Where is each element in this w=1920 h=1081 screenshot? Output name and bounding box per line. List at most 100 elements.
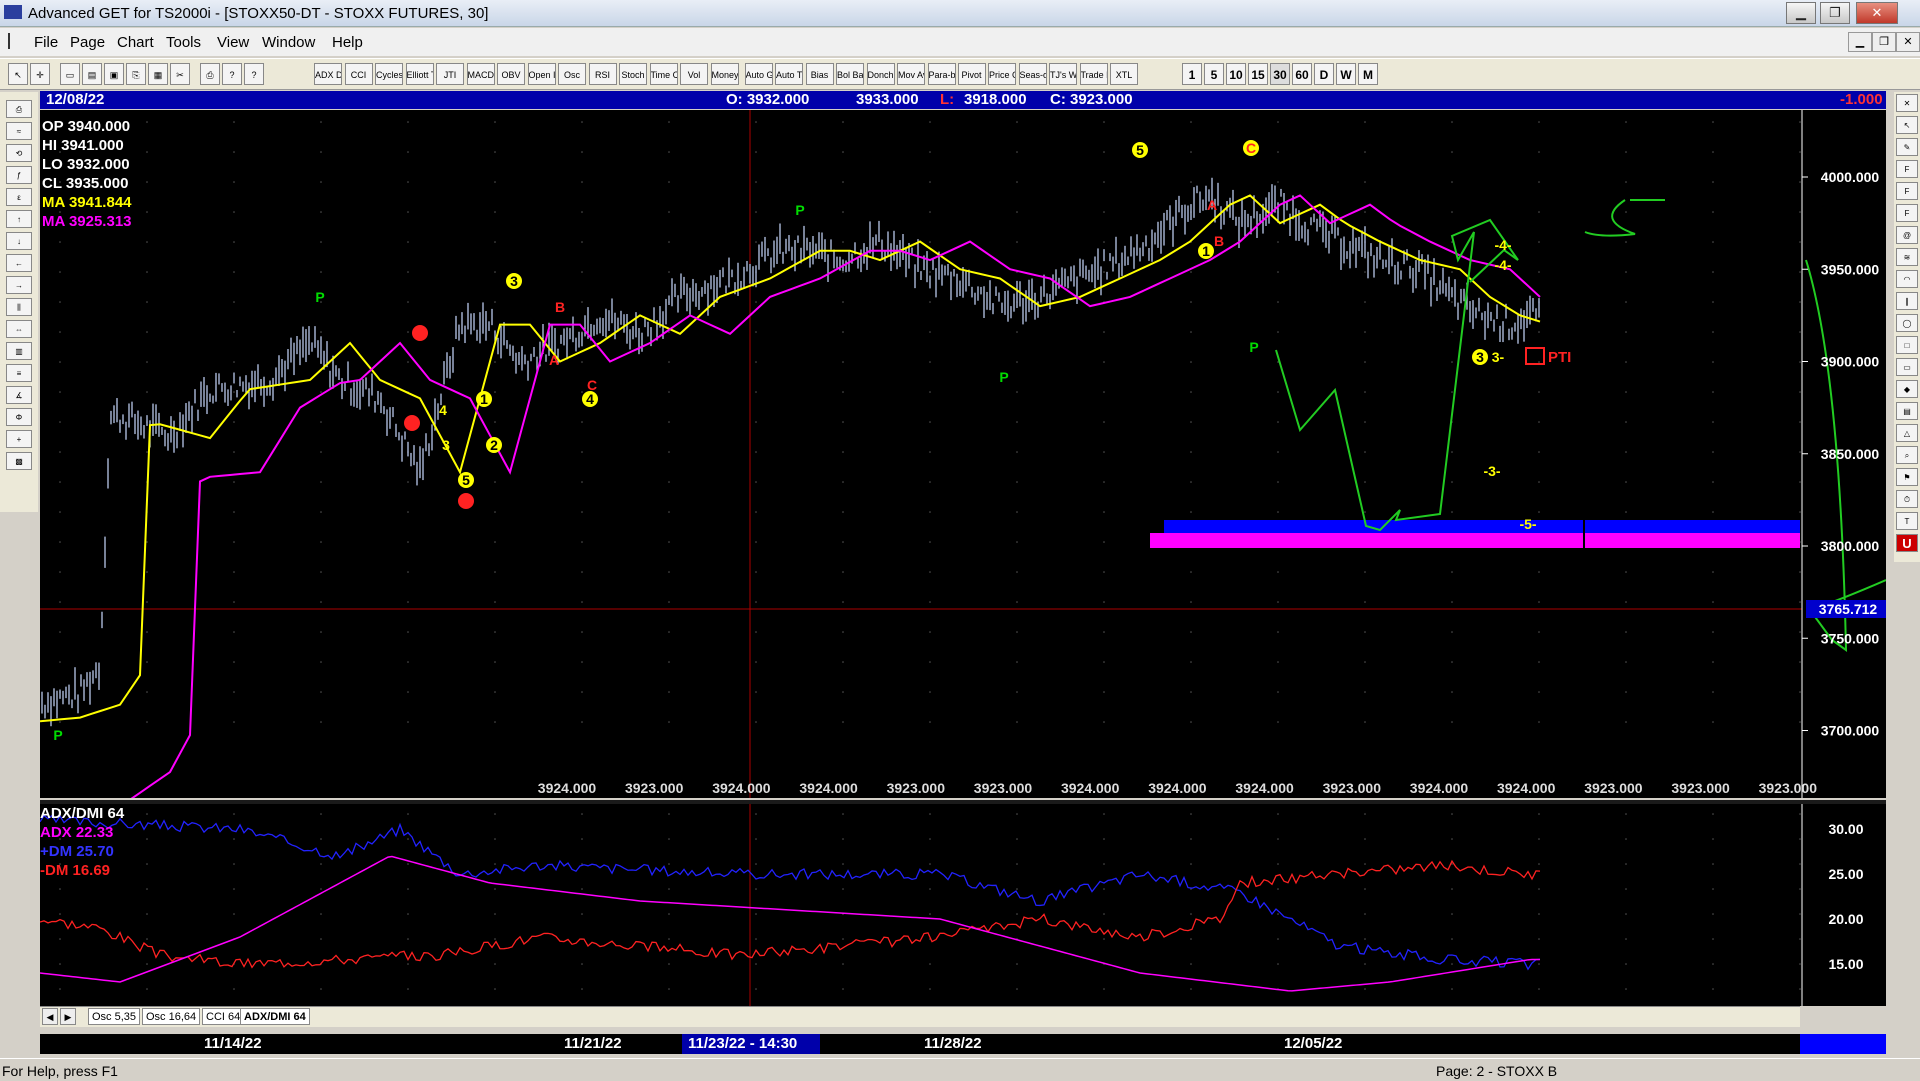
save-icon[interactable]: ▣ bbox=[104, 63, 124, 85]
reset-tool-button[interactable]: ⟲ bbox=[6, 144, 32, 162]
study-button[interactable]: OBV bbox=[497, 63, 525, 85]
study-button[interactable]: Trade Profile bbox=[1079, 63, 1108, 85]
time-tool-button[interactable]: ⏱ bbox=[1896, 490, 1918, 508]
study-button[interactable]: MACD bbox=[466, 63, 495, 85]
interval-button[interactable]: 10 bbox=[1226, 63, 1246, 85]
text-tool-button[interactable]: T bbox=[1896, 512, 1918, 530]
arc-tool-button[interactable]: ◠ bbox=[1896, 270, 1918, 288]
cross-tool-button[interactable]: + bbox=[6, 430, 32, 448]
study-button[interactable]: Vol bbox=[680, 63, 708, 85]
print-tool-button[interactable]: ⎙ bbox=[6, 100, 32, 118]
doc-icon[interactable] bbox=[8, 33, 26, 49]
fib-tool-button[interactable]: Φ bbox=[6, 408, 32, 426]
crosshair-icon[interactable]: ✛ bbox=[30, 63, 50, 85]
bars-tool-button[interactable]: ⫼ bbox=[6, 298, 32, 316]
adx-dmi-canvas[interactable]: 30.00 25.00 20.00 15.00 bbox=[40, 804, 1886, 1006]
spiral-tool-button[interactable]: @ bbox=[1896, 226, 1918, 244]
study-button[interactable]: Open Int bbox=[527, 63, 556, 85]
fib-ret-tool-button[interactable]: F bbox=[1896, 160, 1918, 178]
mob-tool-button[interactable]: ▤ bbox=[1896, 402, 1918, 420]
study-button[interactable]: Stoch bbox=[619, 63, 647, 85]
channel-tool-button[interactable]: ∥ bbox=[1896, 292, 1918, 310]
menu-window[interactable]: Window bbox=[262, 34, 315, 51]
study-button[interactable]: Seas-onals bbox=[1018, 63, 1047, 85]
interval-button[interactable]: D bbox=[1314, 63, 1334, 85]
cut-icon[interactable]: ✂ bbox=[170, 63, 190, 85]
mdi-restore-button[interactable]: ❐ bbox=[1872, 32, 1896, 52]
menu-file[interactable]: File bbox=[34, 34, 58, 51]
study-button[interactable]: Time Clust bbox=[649, 63, 678, 85]
lines-tool-button[interactable]: ≡ bbox=[6, 364, 32, 382]
study-button[interactable]: Price Clust bbox=[988, 63, 1016, 85]
new-icon[interactable]: ▭ bbox=[60, 63, 80, 85]
study-button[interactable]: Osc bbox=[558, 63, 586, 85]
print-icon[interactable]: ⎙ bbox=[200, 63, 220, 85]
study-button[interactable]: Bias bbox=[805, 63, 834, 85]
interval-button[interactable]: M bbox=[1358, 63, 1378, 85]
fib-ext-tool-button[interactable]: F bbox=[1896, 182, 1918, 200]
ruler-tool-button[interactable]: ▥ bbox=[6, 342, 32, 360]
pointer-icon[interactable]: ↖ bbox=[8, 63, 28, 85]
left-tool-button[interactable]: ← bbox=[6, 254, 32, 272]
maximize-button[interactable]: ❐ bbox=[1820, 2, 1850, 24]
study-button[interactable]: Para-bolic bbox=[927, 63, 956, 85]
menu-view[interactable]: View bbox=[217, 34, 249, 51]
tab-scroll-right[interactable]: ▶ bbox=[60, 1008, 76, 1025]
box-tool-button[interactable]: ▭ bbox=[1896, 358, 1918, 376]
right-tool-button[interactable]: → bbox=[6, 276, 32, 294]
interval-button[interactable]: 1 bbox=[1182, 63, 1202, 85]
tab-osc-5-35[interactable]: Osc 5,35 bbox=[88, 1008, 141, 1025]
menu-help[interactable]: Help bbox=[332, 34, 363, 51]
study-button[interactable]: Auto Gann bbox=[744, 63, 773, 85]
tab-cci-64[interactable]: CCI 64 bbox=[202, 1008, 245, 1025]
study-button[interactable]: ADX DMI bbox=[314, 63, 342, 85]
interval-button[interactable]: 5 bbox=[1204, 63, 1224, 85]
study-button[interactable]: Cycles bbox=[375, 63, 403, 85]
triangle-tool-button[interactable]: △ bbox=[1896, 424, 1918, 442]
interval-button[interactable]: 30 bbox=[1270, 63, 1290, 85]
close-tool-button[interactable]: ✕ bbox=[1896, 94, 1918, 112]
interval-button[interactable]: 15 bbox=[1248, 63, 1268, 85]
grid-icon[interactable]: ▦ bbox=[148, 63, 168, 85]
study-tool-button[interactable]: ƒ bbox=[6, 166, 32, 184]
zoom-tool-button[interactable]: ⌕ bbox=[1896, 446, 1918, 464]
menu-chart[interactable]: Chart bbox=[117, 34, 154, 51]
tab-osc-16-64[interactable]: Osc 16,64 bbox=[142, 1008, 201, 1025]
price-chart[interactable]: 4000.000 3950.000 3900.000 3850.000 3800.000… bbox=[40, 110, 1886, 798]
study-button[interactable]: RSI bbox=[588, 63, 617, 85]
fan-tool-button[interactable]: ≋ bbox=[1896, 248, 1918, 266]
elliott-tool-button[interactable]: ≈ bbox=[6, 122, 32, 140]
up-tool-button[interactable]: ↑ bbox=[6, 210, 32, 228]
study-button[interactable]: XTL bbox=[1110, 63, 1138, 85]
price-chart-canvas[interactable]: 4000.000 3950.000 3900.000 3850.000 3800.000… bbox=[40, 110, 1886, 798]
interval-button[interactable]: 60 bbox=[1292, 63, 1312, 85]
elliott2-tool-button[interactable]: ε bbox=[6, 188, 32, 206]
marker-tool-button[interactable]: ⚑ bbox=[1896, 468, 1918, 486]
study-button[interactable]: Bol Band bbox=[836, 63, 864, 85]
study-button[interactable]: TJ's Web bbox=[1049, 63, 1077, 85]
whatis-icon[interactable]: ? bbox=[244, 63, 264, 85]
open-icon[interactable]: ▤ bbox=[82, 63, 102, 85]
fib-time-tool-button[interactable]: F bbox=[1896, 204, 1918, 222]
gann-tool-button[interactable]: ∡ bbox=[6, 386, 32, 404]
menu-page[interactable]: Page bbox=[70, 34, 105, 51]
ellips-tool-button[interactable]: ◯ bbox=[1896, 314, 1918, 332]
minimize-button[interactable]: ▁ bbox=[1786, 2, 1816, 24]
study-button[interactable]: Donch bbox=[866, 63, 895, 85]
pivot-tool-button[interactable]: ◆ bbox=[1896, 380, 1918, 398]
study-button[interactable]: CCI bbox=[344, 63, 373, 85]
tab-adx-dmi-64[interactable]: ADX/DMI 64 bbox=[240, 1008, 310, 1025]
mdi-minimize-button[interactable]: ▁ bbox=[1848, 32, 1872, 52]
square-tool-button[interactable]: □ bbox=[1896, 336, 1918, 354]
interval-button[interactable]: W bbox=[1336, 63, 1356, 85]
close-button[interactable]: ✕ bbox=[1856, 2, 1898, 24]
arrow-tool-button[interactable]: ↖ bbox=[1896, 116, 1918, 134]
wave-tool-button[interactable]: ▩ bbox=[6, 452, 32, 470]
help-icon[interactable]: ? bbox=[222, 63, 242, 85]
copy-icon[interactable]: ⎘ bbox=[126, 63, 146, 85]
menu-tools[interactable]: Tools bbox=[166, 34, 201, 51]
fit-tool-button[interactable]: ⇔ bbox=[6, 320, 32, 338]
down-tool-button[interactable]: ↓ bbox=[6, 232, 32, 250]
study-button[interactable]: Elliott Trig bbox=[405, 63, 434, 85]
study-button[interactable]: Auto Trend bbox=[775, 63, 803, 85]
